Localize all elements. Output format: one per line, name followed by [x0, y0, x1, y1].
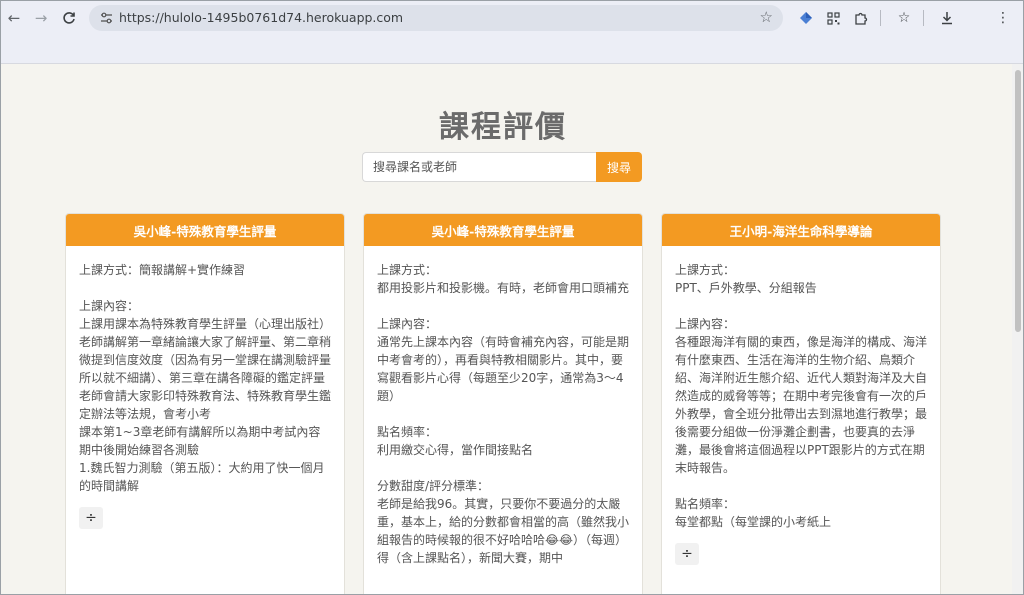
card-paragraph: 上課內容： 上課用課本為特殊教育學生評量（心理出版社） 老師講解第一章緒論讓大家…: [79, 299, 332, 493]
url-text[interactable]: https://hulolo-1495b0761d74.herokuapp.co…: [119, 10, 403, 25]
card-paragraph: 上課內容： 通常先上課本內容（有時會補充內容，可能是期中考會考的），再看與特教相…: [377, 317, 630, 403]
vertical-expand-icon[interactable]: ÷: [79, 507, 103, 529]
toolbar-divider: [923, 10, 924, 26]
page-viewport: 課程評價 搜尋 吳小峰-特殊教育學生評量 上課方式：簡報講解+實作練習 上課內容…: [0, 64, 1012, 595]
card-body: 上課方式：簡報講解+實作練習 上課內容： 上課用課本為特殊教育學生評量（心理出版…: [66, 246, 344, 529]
vertical-expand-icon[interactable]: ÷: [675, 543, 699, 565]
kebab-menu-icon[interactable]: ⋮: [992, 7, 1014, 29]
card-paragraph: 上課方式： 都用投影片和投影機。有時，老師會用口頭補充: [377, 263, 630, 295]
star-list-icon[interactable]: ☆: [893, 7, 915, 29]
card-title: 王小明-海洋生命科學導論: [662, 214, 940, 246]
card-paragraph: 上課內容： 各種跟海洋有關的東西，像是海洋的構成、海洋有什麼東西、生活在海洋的生…: [675, 317, 928, 475]
star-icon[interactable]: ☆: [760, 8, 773, 26]
address-bar[interactable]: https://hulolo-1495b0761d74.herokuapp.co…: [89, 5, 783, 31]
qr-extension-icon[interactable]: [822, 7, 844, 29]
review-card: 王小明-海洋生命科學導論 上課方式： PPT、戶外教學、分組報告 上課內容： 各…: [661, 213, 941, 595]
page-scrollbar[interactable]: [1012, 64, 1024, 595]
card-paragraph: 分數甜度/評分標準： 老師是給我96。其實，只要你不要過分的太嚴重，基本上，給的…: [377, 479, 630, 565]
arrow-left-icon[interactable]: ←: [3, 7, 25, 29]
scrollbar-thumb[interactable]: [1015, 70, 1021, 332]
tune-icon[interactable]: [97, 9, 115, 27]
card-paragraph: 點名頻率： 利用繳交心得，當作間接點名: [377, 425, 534, 457]
search-button[interactable]: 搜尋: [596, 152, 642, 182]
page-title: 課程評價: [439, 110, 567, 145]
diamond-extension-icon[interactable]: [795, 7, 817, 29]
card-paragraph: 上課方式：簡報講解+實作練習: [79, 263, 246, 277]
card-paragraph: 點名頻率： 每堂都點（每堂課的小考紙上: [675, 497, 832, 529]
card-title: 吳小峰-特殊教育學生評量: [66, 214, 344, 246]
card-body: 上課方式： 都用投影片和投影機。有時，老師會用口頭補充 上課內容： 通常先上課本…: [364, 246, 642, 567]
reload-icon[interactable]: [58, 7, 80, 29]
toolbar-divider: [880, 10, 881, 26]
card-paragraph: 上課方式： PPT、戶外教學、分組報告: [675, 263, 817, 295]
card-title: 吳小峰-特殊教育學生評量: [364, 214, 642, 246]
review-card: 吳小峰-特殊教育學生評量 上課方式：簡報講解+實作練習 上課內容： 上課用課本為…: [65, 213, 345, 595]
download-icon[interactable]: [936, 7, 958, 29]
review-card: 吳小峰-特殊教育學生評量 上課方式： 都用投影片和投影機。有時，老師會用口頭補充…: [363, 213, 643, 595]
arrow-right-icon[interactable]: →: [30, 7, 52, 29]
card-body: 上課方式： PPT、戶外教學、分組報告 上課內容： 各種跟海洋有關的東西，像是海…: [662, 246, 940, 565]
browser-toolbar: ← → https://hulolo-1495b0761d74.herokuap…: [0, 0, 1024, 64]
puzzle-icon[interactable]: [850, 7, 872, 29]
search-input[interactable]: [362, 152, 597, 182]
